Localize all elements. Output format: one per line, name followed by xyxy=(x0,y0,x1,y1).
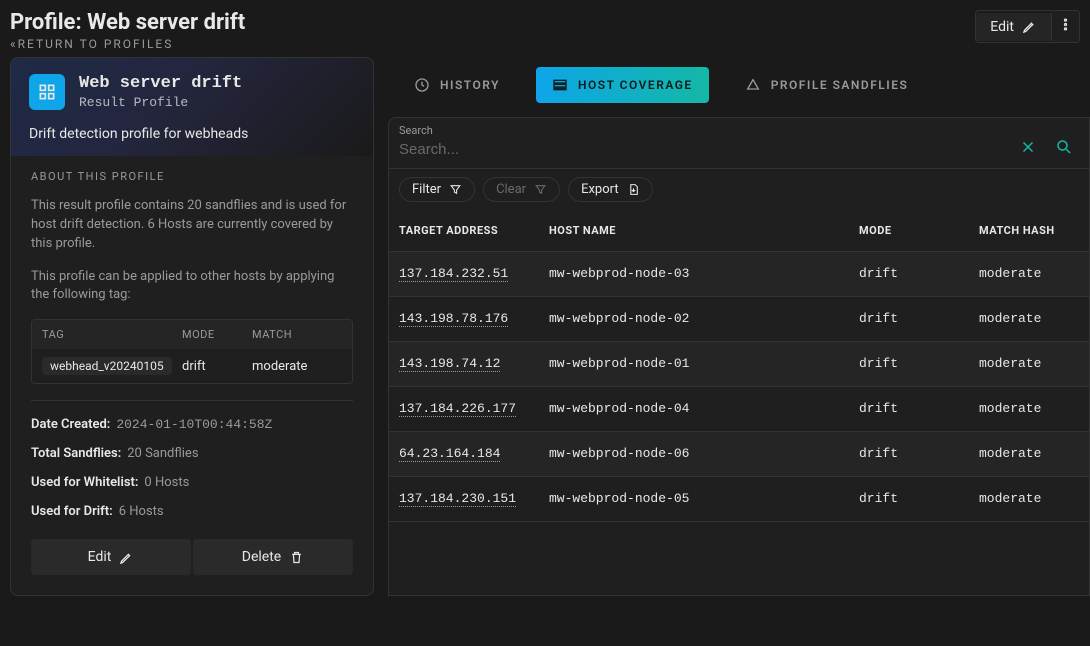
about-text-1: This result profile contains 20 sandflie… xyxy=(31,197,353,254)
match-cell: moderate xyxy=(969,342,1089,387)
host-name-cell: mw-webprod-node-02 xyxy=(539,297,849,342)
return-label: RETURN TO PROFILES xyxy=(18,37,174,51)
host-name-cell: mw-webprod-node-05 xyxy=(539,477,849,522)
delete-button-label: Delete xyxy=(242,549,281,565)
col-target[interactable]: TARGET ADDRESS xyxy=(389,210,539,252)
host-name-cell: mw-webprod-node-06 xyxy=(539,432,849,477)
target-address-link[interactable]: 137.184.230.151 xyxy=(399,491,516,507)
tag-match-value: moderate xyxy=(252,359,342,374)
tab-history[interactable]: HISTORY xyxy=(398,67,516,103)
tab-host-coverage[interactable]: HOST COVERAGE xyxy=(536,67,709,103)
mode-cell: drift xyxy=(849,432,969,477)
mode-cell: drift xyxy=(849,252,969,297)
clear-filter-button[interactable]: Clear xyxy=(483,177,560,202)
profile-card: Web server drift Result Profile Drift de… xyxy=(10,57,374,596)
pencil-icon xyxy=(1022,19,1037,34)
filter-button[interactable]: Filter xyxy=(399,177,475,202)
col-mode[interactable]: MODE xyxy=(849,210,969,252)
profile-name: Web server drift xyxy=(79,74,242,93)
target-address-link[interactable]: 137.184.226.177 xyxy=(399,401,516,417)
filter-button-label: Filter xyxy=(412,182,441,197)
mode-cell: drift xyxy=(849,477,969,522)
match-cell: moderate xyxy=(969,477,1089,522)
filter-off-icon xyxy=(534,183,547,196)
delete-button[interactable]: Delete xyxy=(193,539,353,575)
return-link[interactable]: «RETURN TO PROFILES xyxy=(10,37,245,51)
edit-button[interactable]: Edit xyxy=(31,539,191,575)
pencil-icon xyxy=(119,550,134,565)
divider xyxy=(31,400,353,401)
mode-cell: drift xyxy=(849,342,969,387)
about-heading: ABOUT THIS PROFILE xyxy=(31,170,353,183)
tag-table-header-tag: TAG xyxy=(42,328,182,341)
host-name-cell: mw-webprod-node-03 xyxy=(539,252,849,297)
date-created-value: 2024-01-10T00:44:58Z xyxy=(116,417,272,432)
clear-search-icon[interactable] xyxy=(1019,138,1037,156)
whitelist-value: 0 Hosts xyxy=(144,475,189,490)
match-cell: moderate xyxy=(969,387,1089,432)
about-text-2: This profile can be applied to other hos… xyxy=(31,268,353,306)
target-address-link[interactable]: 64.23.164.184 xyxy=(399,446,500,462)
match-cell: moderate xyxy=(969,432,1089,477)
profile-type-icon xyxy=(29,74,65,110)
col-match[interactable]: MATCH HASH xyxy=(969,210,1089,252)
filter-icon xyxy=(449,183,462,196)
page-title: Profile: Web server drift xyxy=(10,10,245,35)
search-icon[interactable] xyxy=(1055,138,1073,156)
date-created-label: Date Created: xyxy=(31,417,110,432)
total-sandflies-value: 20 Sandflies xyxy=(127,446,198,461)
edit-button-top[interactable]: Edit xyxy=(976,13,1052,41)
mode-cell: drift xyxy=(849,297,969,342)
more-vertical-icon xyxy=(1058,17,1073,32)
tag-table-header-mode: MODE xyxy=(182,328,252,341)
total-sandflies-label: Total Sandflies: xyxy=(31,446,121,461)
drift-value: 6 Hosts xyxy=(119,504,164,519)
whitelist-label: Used for Whitelist: xyxy=(31,475,138,490)
tab-history-label: HISTORY xyxy=(440,78,500,92)
tag-chip[interactable]: webhead_v20240105 xyxy=(42,357,172,375)
file-export-icon xyxy=(627,183,640,196)
sandflies-icon xyxy=(745,77,761,93)
more-menu-button[interactable] xyxy=(1052,11,1079,42)
tag-mode-value: drift xyxy=(182,359,252,374)
history-icon xyxy=(414,77,430,93)
tab-profile-sandflies-label: PROFILE SANDFLIES xyxy=(771,78,909,92)
target-address-link[interactable]: 143.198.78.176 xyxy=(399,311,508,327)
tab-profile-sandflies[interactable]: PROFILE SANDFLIES xyxy=(729,67,925,103)
export-button[interactable]: Export xyxy=(568,177,653,202)
coverage-icon xyxy=(552,77,568,93)
host-name-cell: mw-webprod-node-01 xyxy=(539,342,849,387)
host-name-cell: mw-webprod-node-04 xyxy=(539,387,849,432)
profile-subtitle: Result Profile xyxy=(79,95,242,110)
match-cell: moderate xyxy=(969,252,1089,297)
tab-host-coverage-label: HOST COVERAGE xyxy=(578,78,693,92)
host-table: TARGET ADDRESS HOST NAME MODE MATCH HASH… xyxy=(389,210,1089,522)
export-button-label: Export xyxy=(581,182,619,197)
col-host[interactable]: HOST NAME xyxy=(539,210,849,252)
tag-table-header-match: MATCH xyxy=(252,328,342,341)
match-cell: moderate xyxy=(969,297,1089,342)
tag-table: TAG MODE MATCH webhead_v20240105 drift m… xyxy=(31,319,353,384)
chevron-left-icon: « xyxy=(10,37,16,51)
search-label: Search xyxy=(399,122,1011,137)
target-address-link[interactable]: 137.184.232.51 xyxy=(399,266,508,282)
mode-cell: drift xyxy=(849,387,969,432)
drift-label: Used for Drift: xyxy=(31,504,113,519)
trash-icon xyxy=(289,550,304,565)
profile-description: Drift detection profile for webheads xyxy=(29,126,355,142)
clear-filter-label: Clear xyxy=(496,182,526,197)
edit-button-label: Edit xyxy=(88,549,112,565)
edit-button-top-label: Edit xyxy=(990,19,1014,35)
search-input[interactable] xyxy=(399,137,1011,164)
target-address-link[interactable]: 143.198.74.12 xyxy=(399,356,500,372)
